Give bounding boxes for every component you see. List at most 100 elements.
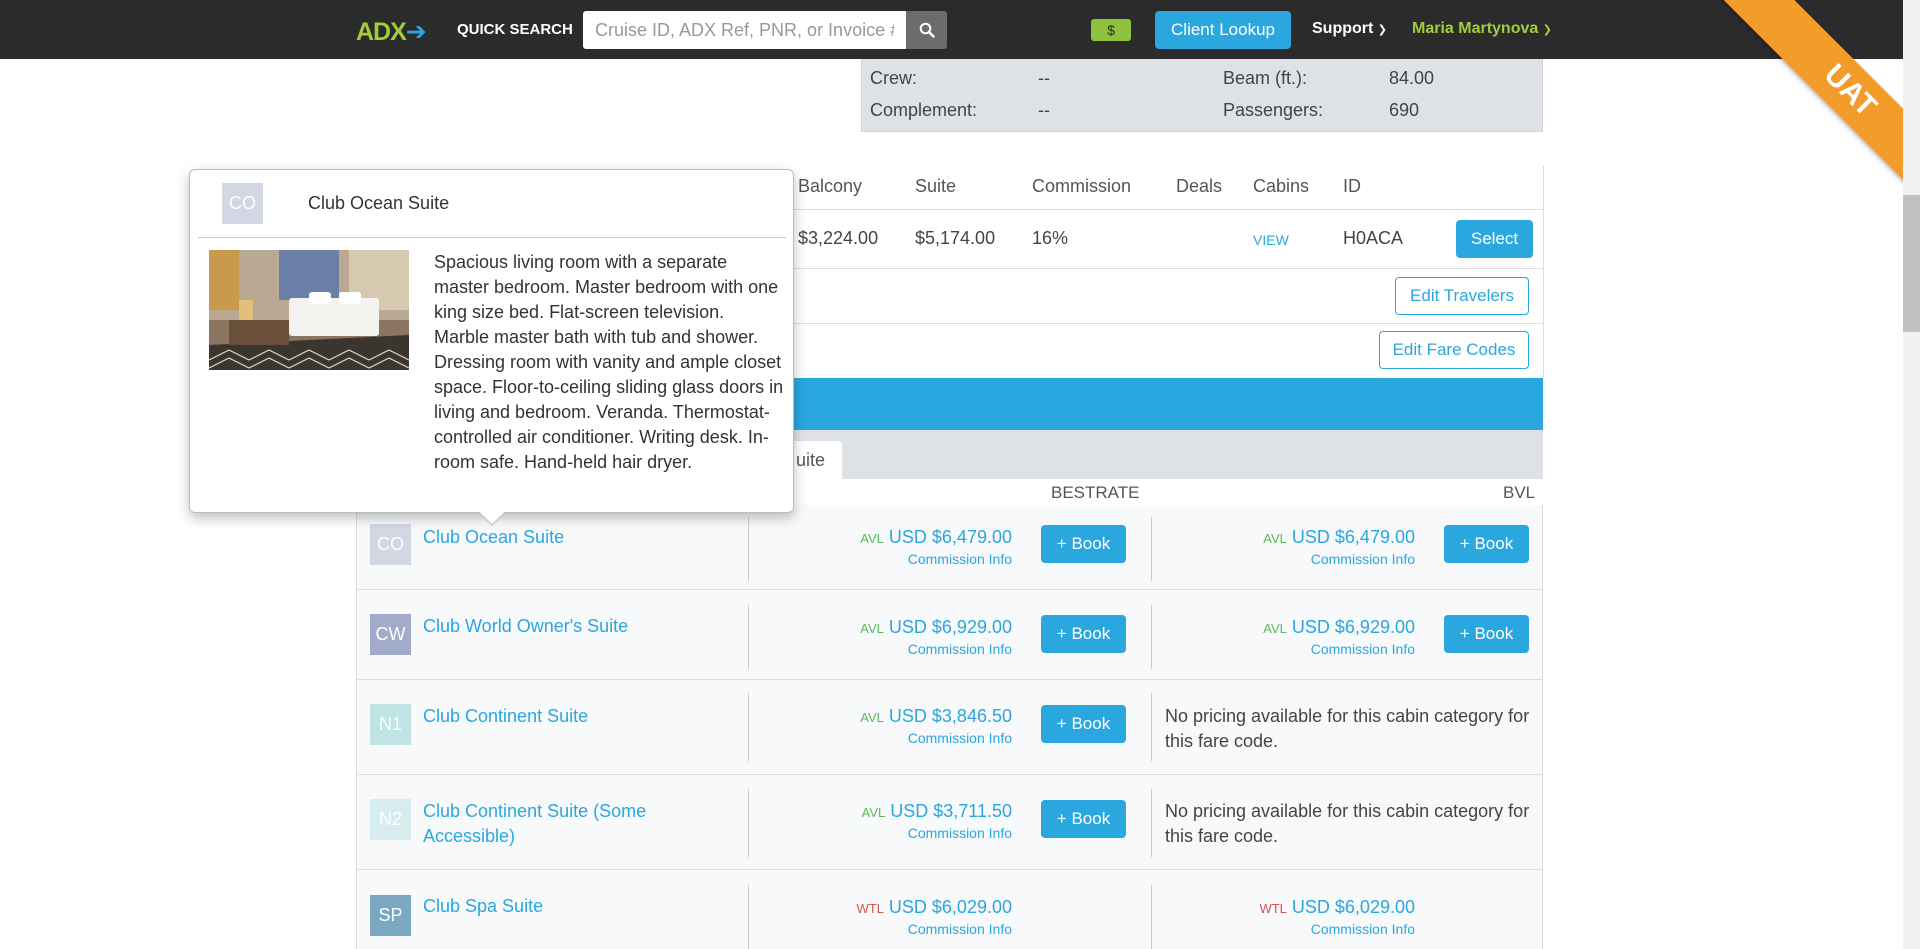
quick-search-input[interactable] — [583, 11, 906, 49]
scrollbar-thumb[interactable] — [1903, 195, 1920, 332]
top-navbar: ADX➔ QUICK SEARCH $ Client Lookup Suppor… — [0, 0, 1920, 59]
passengers-label: Passengers: — [1223, 100, 1324, 120]
support-menu[interactable]: Support ❯ — [1312, 20, 1387, 38]
chevron-down-icon: ❯ — [1377, 24, 1387, 36]
no-pricing-message: No pricing available for this cabin cate… — [1165, 801, 1530, 846]
header-balcony: Balcony — [798, 176, 863, 196]
user-menu[interactable]: Maria Martynova ❯ — [1412, 20, 1552, 38]
book-button[interactable]: + Book — [1041, 615, 1126, 653]
balcony-price: $3,224.00 — [798, 228, 879, 248]
header-id: ID — [1343, 176, 1361, 196]
status-badge: WTL — [856, 901, 884, 916]
select-fare-button[interactable]: Select — [1456, 220, 1533, 258]
column-separator — [748, 517, 749, 581]
book-button[interactable]: + Book — [1041, 525, 1126, 563]
commission-info-link[interactable]: Commission Info — [908, 641, 1012, 657]
bestrate-price: AVL USD $3,846.50 — [860, 706, 1012, 726]
column-separator — [1151, 517, 1152, 581]
bestrate-price: AVL USD $6,479.00 — [860, 527, 1012, 547]
column-separator — [748, 693, 749, 761]
status-badge: AVL — [860, 621, 884, 636]
cabin-name-link[interactable]: Club World Owner's Suite — [423, 614, 628, 639]
bvl-price: WTL USD $6,029.00 — [1259, 897, 1415, 917]
complement-label: Complement: — [870, 100, 978, 120]
beam-value: 84.00 — [1389, 68, 1435, 88]
commission-info-link[interactable]: Commission Info — [908, 921, 1012, 937]
cabin-code-badge: SP — [370, 895, 411, 936]
ship-info-panel: Crew: -- Complement: -- Beam (ft.): 84.0… — [861, 59, 1543, 132]
book-button[interactable]: + Book — [1041, 800, 1126, 838]
search-icon — [919, 22, 935, 38]
crew-label: Crew: — [870, 68, 918, 88]
status-badge: WTL — [1259, 901, 1287, 916]
commission-info-link[interactable]: Commission Info — [1311, 551, 1415, 567]
cabin-photo — [209, 250, 409, 370]
bvl-price: AVL USD $6,479.00 — [1263, 527, 1415, 547]
cabin-code-badge: N2 — [370, 799, 411, 840]
cabin-code-badge: N1 — [370, 704, 411, 745]
status-badge: AVL — [861, 805, 886, 820]
crew-value: -- — [1038, 68, 1050, 88]
table-border — [1543, 166, 1544, 378]
status-badge: AVL — [860, 531, 884, 546]
adx-logo[interactable]: ADX➔ — [356, 17, 427, 47]
passengers-value: 690 — [1389, 100, 1420, 120]
fare-id: H0ACA — [1343, 228, 1404, 248]
bvl-price: AVL USD $6,929.00 — [1263, 617, 1415, 637]
chevron-down-icon: ❯ — [1542, 24, 1552, 36]
book-button[interactable]: + Book — [1444, 525, 1529, 563]
edit-fare-codes-button[interactable]: Edit Fare Codes — [1379, 331, 1529, 369]
cabin-code-badge: CW — [370, 614, 411, 655]
bestrate-price: AVL USD $6,929.00 — [860, 617, 1012, 637]
column-separator — [1151, 605, 1152, 669]
commission-info-link[interactable]: Commission Info — [1311, 641, 1415, 657]
page-scrollbar[interactable] — [1903, 0, 1920, 949]
bestrate-price: AVL USD $3,711.50 — [861, 801, 1012, 821]
commission-info-link[interactable]: Commission Info — [908, 551, 1012, 567]
status-badge: AVL — [860, 710, 884, 725]
beam-label: Beam (ft.): — [1223, 68, 1308, 88]
header-commission: Commission — [1032, 176, 1132, 196]
column-separator — [1151, 885, 1152, 949]
popover-description: Spacious living room with a separate mas… — [434, 252, 784, 472]
cabin-code-badge: CO — [370, 524, 411, 565]
bestrate-price: WTL USD $6,029.00 — [856, 897, 1012, 917]
commission-value: 16% — [1032, 228, 1069, 248]
quick-search-label: QUICK SEARCH — [457, 21, 573, 38]
popover-title: Club Ocean Suite — [308, 193, 450, 213]
edit-travelers-button[interactable]: Edit Travelers — [1395, 277, 1529, 315]
commission-info-link[interactable]: Commission Info — [908, 825, 1012, 841]
column-separator — [748, 885, 749, 949]
client-lookup-button[interactable]: Client Lookup — [1155, 11, 1291, 49]
cabin-name-link[interactable]: Club Continent Suite — [423, 704, 588, 729]
column-separator — [748, 605, 749, 669]
header-cabins: Cabins — [1253, 176, 1310, 196]
column-separator — [748, 789, 749, 857]
header-suite: Suite — [915, 176, 957, 196]
cabin-name-link[interactable]: Club Spa Suite — [423, 894, 543, 919]
cabin-detail-popover: CO Club Ocean Suite Spacious living room… — [189, 169, 794, 526]
book-button[interactable]: + Book — [1444, 615, 1529, 653]
popover-divider — [198, 237, 786, 238]
column-header-bvl: BVL — [1503, 483, 1536, 502]
cabin-name-link[interactable]: Club Ocean Suite — [423, 525, 564, 550]
complement-value: -- — [1038, 100, 1050, 120]
status-badge: AVL — [1263, 621, 1287, 636]
column-separator — [1151, 693, 1152, 761]
cabin-name-link[interactable]: Club Continent Suite (Some Accessible) — [423, 799, 683, 849]
cabins-view-link[interactable]: VIEW — [1253, 232, 1289, 248]
search-button[interactable] — [906, 11, 947, 49]
book-button[interactable]: + Book — [1041, 705, 1126, 743]
no-pricing-message: No pricing available for this cabin cate… — [1165, 706, 1530, 751]
status-badge: AVL — [1263, 531, 1287, 546]
arrow-icon: ➔ — [405, 18, 427, 46]
money-button[interactable]: $ — [1091, 19, 1131, 41]
suite-price: $5,174.00 — [915, 228, 996, 248]
environment-ribbon: UAT — [1660, 0, 1920, 260]
commission-info-link[interactable]: Commission Info — [908, 730, 1012, 746]
header-deals: Deals — [1176, 176, 1223, 196]
cabin-code-badge: CO — [222, 183, 263, 224]
column-header-bestrate: BESTRATE — [1051, 483, 1140, 502]
commission-info-link[interactable]: Commission Info — [1311, 921, 1415, 937]
column-separator — [1151, 789, 1152, 857]
